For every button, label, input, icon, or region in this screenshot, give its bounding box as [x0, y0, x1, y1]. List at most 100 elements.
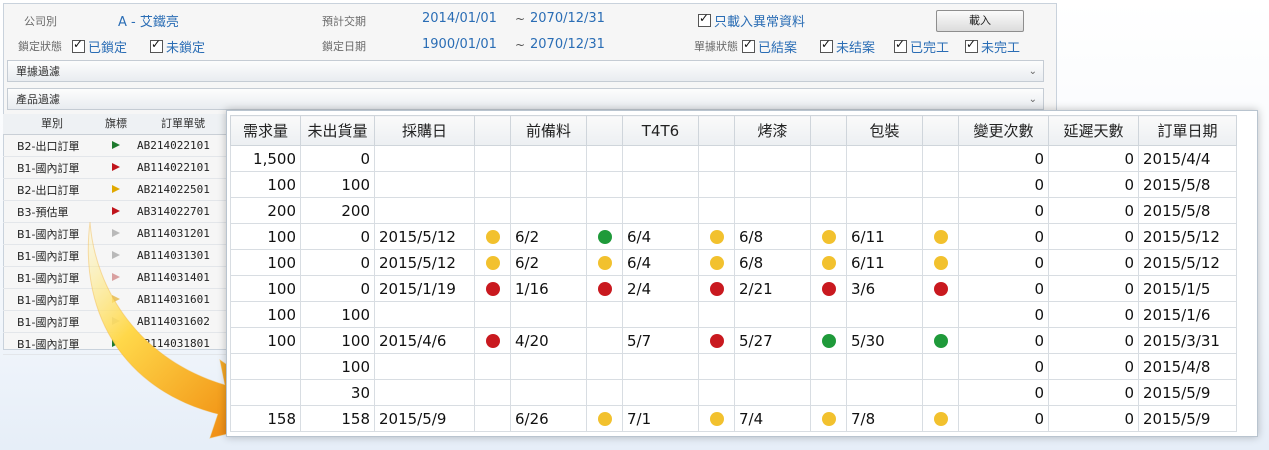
grid-row[interactable]: 30 0 0 2015/5/9 — [230, 379, 1237, 406]
locked-checkbox[interactable]: 已鎖定 — [72, 37, 127, 56]
t4t6-date-cell — [622, 197, 699, 224]
doc-status-label: 單據狀態 — [694, 40, 738, 53]
col-t4t6[interactable]: T4T6 — [622, 115, 699, 146]
prep-date-cell: 6/26 — [510, 405, 587, 432]
order-row[interactable]: B2-出口訂單 AB214022501 — [3, 179, 235, 201]
purchase-status-dot — [474, 249, 511, 276]
pack-date-cell — [846, 171, 923, 198]
col-prep-status[interactable] — [586, 115, 623, 146]
grid-row[interactable]: 100 100 0 0 2015/5/8 — [230, 171, 1237, 198]
status-unfinished-checkbox[interactable]: 未完工 — [965, 37, 1020, 56]
range-separator: ~ — [515, 12, 526, 26]
grid-row[interactable]: 100 100 0 0 2015/1/6 — [230, 301, 1237, 328]
col-prep[interactable]: 前備料 — [510, 115, 587, 146]
expected-to-input[interactable]: 2070/12/31 — [530, 11, 605, 26]
purchase-status-dot — [474, 353, 511, 380]
paint-status-dot — [810, 145, 847, 172]
pack-status-dot — [922, 171, 959, 198]
order-date-cell: 2015/5/8 — [1138, 197, 1237, 224]
status-open-checkbox[interactable]: 未结案 — [820, 37, 875, 56]
grid-row[interactable]: 100 0 2015/5/12 6/2 6/4 6/8 6/11 0 0 2015/5/12 — [230, 223, 1237, 250]
col-purchase-date[interactable]: 採購日 — [374, 115, 475, 146]
paint-status-dot — [810, 223, 847, 250]
status-finished-checkbox[interactable]: 已完工 — [894, 37, 949, 56]
col-purchase-status[interactable] — [474, 115, 511, 146]
delay-days-cell: 0 — [1048, 353, 1139, 380]
demand-cell: 100 — [230, 249, 301, 276]
paint-date-cell — [734, 171, 811, 198]
delivery-grid-panel: 需求量 未出貨量 採購日 前備料 T4T6 烤漆 包裝 變更次數 延遲天數 訂單… — [226, 110, 1258, 437]
col-pack-status[interactable] — [922, 115, 959, 146]
red-status-icon — [485, 282, 500, 296]
red-status-icon — [933, 282, 948, 296]
green-status-icon — [821, 334, 836, 348]
pack-date-cell: 7/8 — [846, 405, 923, 432]
change-count-cell: 0 — [958, 197, 1049, 224]
flag-cell — [101, 205, 131, 218]
lock-to-input[interactable]: 2070/12/31 — [530, 37, 605, 52]
grid-row[interactable]: 158 158 2015/5/9 6/26 7/1 7/4 7/8 0 0 2015/5/9 — [230, 405, 1237, 432]
col-paint[interactable]: 烤漆 — [734, 115, 811, 146]
col-doc-type[interactable]: 單別 — [3, 114, 101, 134]
purchase-status-dot — [474, 223, 511, 250]
product-filter-section[interactable]: 產品過濾 ⌄ — [7, 88, 1044, 110]
order-row[interactable]: B1-國內訂單 AB114022101 — [3, 157, 235, 179]
t4t6-date-cell — [622, 171, 699, 198]
company-select[interactable]: A - 艾鐵亮 — [118, 11, 179, 30]
yellow-status-icon — [485, 256, 500, 270]
grid-row[interactable]: 100 0 2015/5/12 6/2 6/4 6/8 6/11 0 0 2015/5/12 — [230, 249, 1237, 276]
delay-days-cell: 0 — [1048, 275, 1139, 302]
delay-days-cell: 0 — [1048, 327, 1139, 354]
order-type: B2-出口訂單 — [17, 139, 80, 153]
col-pack[interactable]: 包裝 — [846, 115, 923, 146]
col-change-count[interactable]: 變更次數 — [958, 115, 1049, 146]
expected-from-input[interactable]: 2014/01/01 — [422, 11, 497, 26]
grid-row[interactable]: 100 0 2015/1/19 1/16 2/4 2/21 3/6 0 0 2015/1/5 — [230, 275, 1237, 302]
col-flag[interactable]: 旗標 — [101, 114, 131, 134]
order-row[interactable]: B2-出口訂單 AB214022101 — [3, 135, 235, 157]
prep-date-cell: 1/16 — [510, 275, 587, 302]
company-label: 公司別 — [24, 15, 57, 28]
change-count-cell: 0 — [958, 171, 1049, 198]
col-paint-status[interactable] — [810, 115, 847, 146]
col-t4t6-status[interactable] — [698, 115, 735, 146]
grid-row[interactable]: 200 200 0 0 2015/5/8 — [230, 197, 1237, 224]
prep-date-cell — [510, 301, 587, 328]
t4t6-status-dot — [698, 249, 735, 276]
delay-days-cell: 0 — [1048, 379, 1139, 406]
pack-status-dot — [922, 275, 959, 302]
demand-cell: 158 — [230, 405, 301, 432]
grid-row[interactable]: 1,500 0 0 0 2015/4/4 — [230, 145, 1237, 172]
demand-cell: 100 — [230, 327, 301, 354]
col-demand[interactable]: 需求量 — [230, 115, 301, 146]
col-order-date[interactable]: 訂單日期 — [1138, 115, 1237, 146]
unshipped-cell: 0 — [300, 223, 375, 250]
yellow-status-icon — [709, 412, 724, 426]
purchase-date-cell: 2015/5/12 — [374, 223, 475, 250]
doc-filter-section[interactable]: 單據過濾 ⌄ — [7, 60, 1044, 82]
col-order-no[interactable]: 訂單單號 — [131, 114, 235, 134]
order-date-cell: 2015/4/8 — [1138, 353, 1237, 380]
import-button[interactable]: 載入 — [936, 10, 1024, 32]
unshipped-cell: 100 — [300, 353, 375, 380]
delay-days-cell: 0 — [1048, 145, 1139, 172]
purchase-status-dot — [474, 379, 511, 406]
delay-days-cell: 0 — [1048, 301, 1139, 328]
col-delay-days[interactable]: 延遲天數 — [1048, 115, 1139, 146]
yellow-status-icon — [821, 412, 836, 426]
unlocked-checkbox[interactable]: 未鎖定 — [150, 37, 205, 56]
abnormal-only-checkbox[interactable]: 只載入異常資料 — [698, 11, 805, 30]
col-unshipped[interactable]: 未出貨量 — [300, 115, 375, 146]
prep-status-dot — [586, 197, 623, 224]
flag-icon — [112, 163, 120, 171]
grid-row[interactable]: 100 100 2015/4/6 4/20 5/7 5/27 5/30 0 0 2015/3/31 — [230, 327, 1237, 354]
pack-date-cell: 6/11 — [846, 249, 923, 276]
paint-date-cell — [734, 145, 811, 172]
prep-status-dot — [586, 327, 623, 354]
lock-from-input[interactable]: 1900/01/01 — [422, 37, 497, 52]
prep-status-dot — [586, 301, 623, 328]
unshipped-cell: 200 — [300, 197, 375, 224]
status-closed-checkbox[interactable]: 已結案 — [742, 37, 797, 56]
grid-row[interactable]: 100 0 0 2015/4/8 — [230, 353, 1237, 380]
t4t6-status-dot — [698, 379, 735, 406]
